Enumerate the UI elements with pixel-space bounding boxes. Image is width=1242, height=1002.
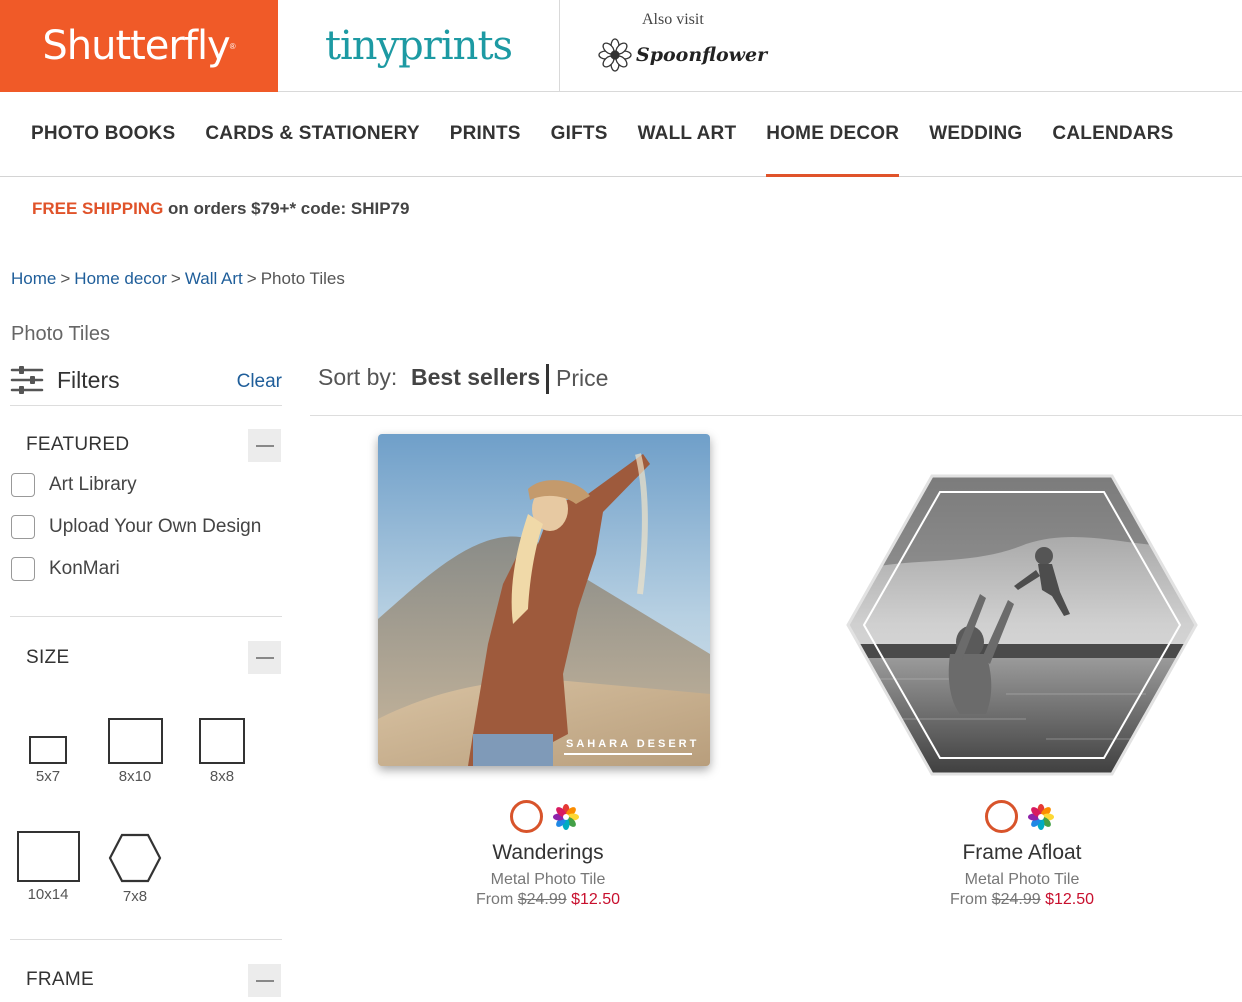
- shutterfly-logo-text: Shutterfly: [42, 23, 230, 69]
- swatches-wanderings: [510, 800, 579, 833]
- price-from-label: From: [475, 891, 518, 908]
- breadcrumb-home-decor[interactable]: Home decor: [74, 269, 167, 288]
- sort-bar: Sort by: Best sellers Price: [310, 362, 1242, 416]
- nav-item-calendars[interactable]: CALENDARS: [1037, 92, 1188, 176]
- nav-item-wedding[interactable]: WEDDING: [914, 92, 1037, 176]
- price-from-label: From: [949, 891, 992, 908]
- sort-separator: [546, 364, 549, 394]
- brand-bar: Shutterfly ® tinyprints Also visit Spoon…: [0, 0, 1242, 92]
- also-visit-label: Also visit: [642, 11, 704, 28]
- breadcrumb-wall-art[interactable]: Wall Art: [185, 269, 243, 288]
- size-section-title: SIZE: [26, 647, 70, 668]
- tinyprints-logo-text: tinyprints: [324, 23, 513, 69]
- clear-filters-link[interactable]: Clear: [237, 371, 282, 393]
- spoonflower-logo[interactable]: Spoonflower: [598, 38, 767, 72]
- sort-option-price[interactable]: Price: [556, 365, 608, 392]
- featured-collapse-button[interactable]: [248, 429, 281, 462]
- breadcrumb-separator: >: [170, 269, 181, 288]
- hexagon-icon: [108, 833, 162, 883]
- product-subtitle: Metal Photo Tile: [964, 871, 1080, 888]
- page-title: Photo Tiles: [11, 323, 110, 345]
- filter-option-konmari[interactable]: KonMari: [11, 557, 120, 581]
- tinyprints-logo[interactable]: tinyprints: [278, 0, 560, 92]
- size-option-label: 8x8: [209, 768, 235, 785]
- size-5x7-icon: [29, 736, 67, 764]
- nav-item-gifts[interactable]: GIFTS: [536, 92, 623, 176]
- size-option-8x8[interactable]: 8x8: [198, 718, 246, 785]
- size-option-5x7[interactable]: 5x7: [24, 736, 72, 785]
- filter-option-upload-own-design[interactable]: Upload Your Own Design: [11, 515, 261, 539]
- swatches-frame-afloat: [985, 800, 1054, 833]
- price-new: $12.50: [1045, 891, 1095, 908]
- filter-option-art-library[interactable]: Art Library: [11, 473, 137, 497]
- lake-photo: [846, 474, 1198, 776]
- checkbox[interactable]: [11, 473, 35, 497]
- filters-header: Filters Clear: [10, 364, 282, 406]
- spoonflower-logo-text: Spoonflower: [636, 44, 768, 66]
- size-option-label: 8x10: [118, 768, 152, 785]
- filter-option-label: KonMari: [49, 558, 120, 579]
- multicolor-swatch-icon[interactable]: [553, 803, 579, 830]
- size-option-label: 10x14: [27, 886, 69, 903]
- size-option-10x14[interactable]: 10x14: [16, 831, 80, 903]
- size-option-8x10[interactable]: 8x10: [106, 718, 164, 785]
- product-image-wanderings[interactable]: SAHARA DESERT: [378, 434, 710, 766]
- size-10x14-icon: [16, 831, 80, 882]
- nav-item-cards-stationery[interactable]: CARDS & STATIONERY: [190, 92, 434, 176]
- color-swatch-selected[interactable]: [985, 800, 1018, 833]
- size-option-7x8[interactable]: 7x8: [108, 833, 162, 905]
- breadcrumb-current: Photo Tiles: [260, 269, 345, 288]
- product-price: From $24.99 $12.50: [398, 891, 698, 909]
- sort-label: Sort by:: [318, 364, 398, 390]
- shutterfly-logo[interactable]: Shutterfly ®: [0, 0, 278, 92]
- divider: [10, 939, 282, 940]
- product-title[interactable]: Frame Afloat: [872, 841, 1172, 865]
- size-option-label: 5x7: [35, 768, 61, 785]
- price-old: $24.99: [991, 891, 1041, 908]
- color-swatch-selected[interactable]: [510, 800, 543, 833]
- promo-highlight: FREE SHIPPING: [32, 199, 164, 218]
- checkbox[interactable]: [11, 515, 35, 539]
- sort-option-best-sellers[interactable]: Best sellers: [411, 364, 540, 391]
- size-8x10-icon: [107, 718, 163, 764]
- breadcrumb: Home > Home decor > Wall Art > Photo Tiles: [11, 269, 345, 289]
- product-image-frame-afloat[interactable]: [846, 474, 1198, 776]
- filter-option-label: Art Library: [49, 474, 137, 495]
- frame-section-title: FRAME: [26, 969, 94, 990]
- main-nav: PHOTO BOOKS CARDS & STATIONERY PRINTS GI…: [0, 92, 1242, 177]
- nav-item-home-decor[interactable]: HOME DECOR: [751, 92, 914, 177]
- desert-photo: SAHARA DESERT: [378, 434, 710, 766]
- nav-item-photo-books[interactable]: PHOTO BOOKS: [16, 92, 190, 176]
- frame-collapse-button[interactable]: [248, 964, 281, 997]
- filter-option-label: Upload Your Own Design: [49, 516, 262, 537]
- breadcrumb-home[interactable]: Home: [11, 269, 56, 288]
- spoonflower-promo[interactable]: Also visit Spoonflower: [562, 0, 792, 92]
- nav-item-wall-art[interactable]: WALL ART: [623, 92, 752, 176]
- promo-banner[interactable]: FREE SHIPPING on orders $79+* code: SHIP…: [32, 199, 409, 219]
- size-collapse-button[interactable]: [248, 641, 281, 674]
- nav-item-prints[interactable]: PRINTS: [435, 92, 536, 176]
- product-title[interactable]: Wanderings: [398, 841, 698, 865]
- breadcrumb-separator: >: [60, 269, 71, 288]
- promo-text: on orders $79+* code: SHIP79: [163, 199, 410, 218]
- product-price: From $24.99 $12.50: [872, 891, 1172, 909]
- size-8x8-icon: [199, 718, 245, 764]
- featured-section-title: FEATURED: [26, 434, 130, 455]
- sliders-icon: [10, 366, 44, 394]
- flower-icon: [598, 38, 632, 72]
- checkbox[interactable]: [11, 557, 35, 581]
- multicolor-swatch-icon[interactable]: [1028, 803, 1054, 830]
- product-card-wanderings[interactable]: Wanderings Metal Photo Tile From $24.99 …: [398, 841, 698, 909]
- product-subtitle: Metal Photo Tile: [490, 871, 606, 888]
- price-new: $12.50: [571, 891, 621, 908]
- image-caption-text: SAHARA DESERT: [566, 738, 699, 750]
- size-option-label: 7x8: [122, 888, 148, 905]
- breadcrumb-separator: >: [246, 269, 257, 288]
- product-card-frame-afloat[interactable]: Frame Afloat Metal Photo Tile From $24.9…: [872, 841, 1172, 909]
- filters-label: Filters: [57, 367, 120, 393]
- divider: [10, 616, 282, 617]
- price-old: $24.99: [517, 891, 567, 908]
